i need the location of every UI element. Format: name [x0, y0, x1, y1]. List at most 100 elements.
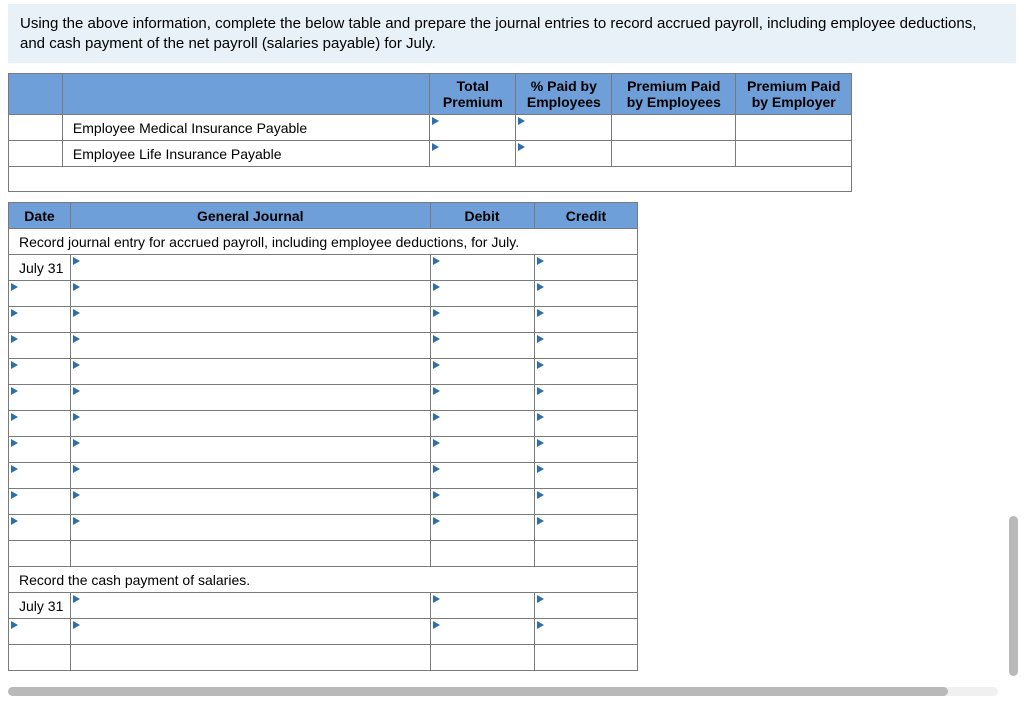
premium-row2-paid-er [736, 141, 852, 167]
journal-debit-9[interactable] [430, 463, 534, 489]
premium-row1-total[interactable] [430, 115, 516, 141]
journal-account-12[interactable] [70, 593, 430, 619]
journal-date-3[interactable] [9, 307, 71, 333]
premium-row1-paid-er [736, 115, 852, 141]
journal-row-9 [9, 463, 998, 489]
journal-row-1: July 31 [9, 255, 998, 281]
journal-debit-11[interactable] [430, 515, 534, 541]
journal-row-13 [9, 619, 998, 645]
journal-date-8[interactable] [9, 437, 71, 463]
content-area: Total Premium % Paid by Employees Premiu… [0, 63, 1024, 671]
journal-credit-5[interactable] [534, 359, 638, 385]
journal-row-4 [9, 333, 998, 359]
premium-header-paid-emp: Premium Paid by Employees [612, 74, 736, 115]
journal-debit-10[interactable] [430, 489, 534, 515]
vertical-scroll-thumb[interactable] [1009, 516, 1018, 676]
journal-row-10 [9, 489, 998, 515]
instruction-text: Using the above information, complete th… [20, 15, 976, 52]
premium-header-blank2 [62, 74, 429, 115]
journal-row-8 [9, 437, 998, 463]
premium-row1-label: Employee Medical Insurance Payable [62, 115, 429, 141]
journal-account-5[interactable] [70, 359, 430, 385]
journal-row-2 [9, 281, 998, 307]
journal-credit-2[interactable] [534, 281, 638, 307]
journal-debit-7[interactable] [430, 411, 534, 437]
premium-spacer [9, 167, 998, 192]
journal-credit-1[interactable] [534, 255, 638, 281]
journal-account-2[interactable] [70, 281, 430, 307]
journal-instr1-text: Record journal entry for accrued payroll… [9, 229, 638, 255]
premium-row2-label: Employee Life Insurance Payable [62, 141, 429, 167]
journal-header-gj: General Journal [70, 203, 430, 229]
journal-account-8[interactable] [70, 437, 430, 463]
journal-debit-4[interactable] [430, 333, 534, 359]
journal-date-11[interactable] [9, 515, 71, 541]
journal-credit-9[interactable] [534, 463, 638, 489]
journal-date-2[interactable] [9, 281, 71, 307]
journal-account-10[interactable] [70, 489, 430, 515]
journal-instr-row-2: Record the cash payment of salaries. [9, 567, 998, 593]
journal-debit-8[interactable] [430, 437, 534, 463]
premium-header-total: Total Premium [430, 74, 516, 115]
journal-table: Date General Journal Debit Credit Record… [8, 202, 998, 671]
journal-date-7[interactable] [9, 411, 71, 437]
journal-row-6 [9, 385, 998, 411]
journal-credit-8[interactable] [534, 437, 638, 463]
journal-debit-6[interactable] [430, 385, 534, 411]
journal-account-1[interactable] [70, 255, 430, 281]
journal-credit-7[interactable] [534, 411, 638, 437]
journal-header-debit: Debit [430, 203, 534, 229]
journal-date-4[interactable] [9, 333, 71, 359]
journal-credit-10[interactable] [534, 489, 638, 515]
premium-row1-paid-emp [612, 115, 736, 141]
journal-date-6[interactable] [9, 385, 71, 411]
premium-header-pct: % Paid by Employees [516, 74, 612, 115]
journal-account-3[interactable] [70, 307, 430, 333]
journal-date-10[interactable] [9, 489, 71, 515]
journal-credit-13[interactable] [534, 619, 638, 645]
journal-date-9[interactable] [9, 463, 71, 489]
journal-row-7 [9, 411, 998, 437]
journal-row-11 [9, 515, 998, 541]
journal-account-4[interactable] [70, 333, 430, 359]
journal-date1: July 31 [9, 255, 71, 281]
premium-header-paid-er: Premium Paid by Employer [736, 74, 852, 115]
journal-date2: July 31 [9, 593, 71, 619]
journal-instr-row-1: Record journal entry for accrued payroll… [9, 229, 998, 255]
premium-table: Total Premium % Paid by Employees Premiu… [8, 73, 998, 192]
premium-header-blank1 [9, 74, 63, 115]
journal-credit-4[interactable] [534, 333, 638, 359]
premium-row2-paid-emp [612, 141, 736, 167]
journal-date-13[interactable] [9, 619, 71, 645]
journal-account-7[interactable] [70, 411, 430, 437]
premium-row-medical: Employee Medical Insurance Payable [9, 115, 998, 141]
premium-row2-pct[interactable] [516, 141, 612, 167]
journal-account-9[interactable] [70, 463, 430, 489]
journal-account-11[interactable] [70, 515, 430, 541]
journal-account-6[interactable] [70, 385, 430, 411]
journal-header-credit: Credit [534, 203, 638, 229]
journal-row-blank2 [9, 645, 998, 671]
journal-debit-12[interactable] [430, 593, 534, 619]
journal-debit-1[interactable] [430, 255, 534, 281]
horizontal-scroll-thumb[interactable] [8, 687, 948, 696]
premium-row1-pct[interactable] [516, 115, 612, 141]
premium-row2-total[interactable] [430, 141, 516, 167]
journal-credit-11[interactable] [534, 515, 638, 541]
journal-date-5[interactable] [9, 359, 71, 385]
journal-debit-5[interactable] [430, 359, 534, 385]
journal-row-3 [9, 307, 998, 333]
journal-credit-3[interactable] [534, 307, 638, 333]
journal-header-date: Date [9, 203, 71, 229]
journal-credit-6[interactable] [534, 385, 638, 411]
journal-debit-3[interactable] [430, 307, 534, 333]
journal-row-blank [9, 541, 998, 567]
journal-credit-12[interactable] [534, 593, 638, 619]
journal-row-12: July 31 [9, 593, 998, 619]
journal-debit-2[interactable] [430, 281, 534, 307]
journal-row-5 [9, 359, 998, 385]
vertical-scrollbar[interactable] [1006, 96, 1018, 681]
journal-account-13[interactable] [70, 619, 430, 645]
horizontal-scrollbar[interactable] [8, 687, 998, 696]
journal-debit-13[interactable] [430, 619, 534, 645]
